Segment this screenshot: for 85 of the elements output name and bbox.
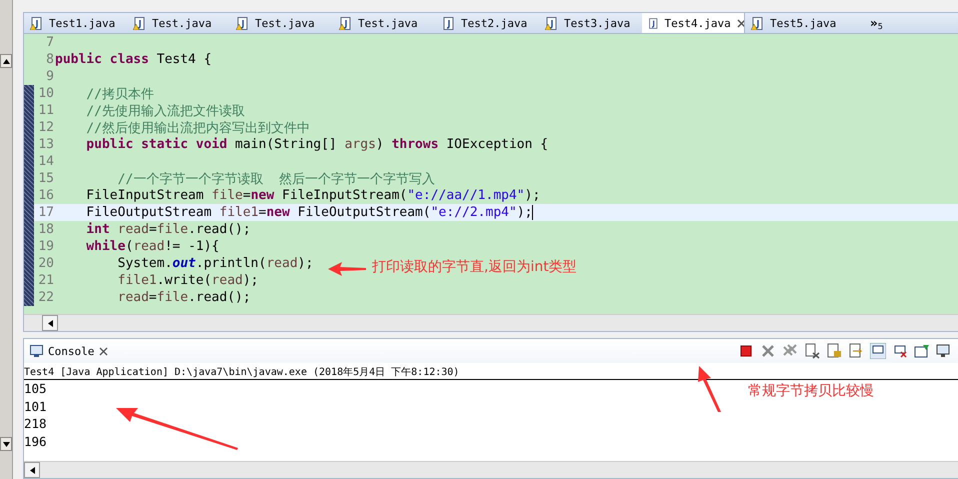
tab-label: Test.java <box>358 16 418 30</box>
line-number: 7 <box>45 35 54 50</box>
console-tab[interactable]: Console <box>24 344 108 358</box>
editor-tab[interactable]: Test4.java <box>642 13 745 33</box>
tab-label: Test3.java <box>564 16 630 30</box>
console-output-line: 105 <box>24 380 47 398</box>
scroll-down-button[interactable] <box>0 437 12 451</box>
code-line: //先使用输入流把文件读取 <box>85 102 245 120</box>
line-number: 12 <box>37 120 54 135</box>
text-cursor <box>532 205 534 220</box>
scroll-left-button[interactable] <box>24 462 40 478</box>
java-file-warning-icon <box>339 16 352 30</box>
console-output-line: 218 <box>24 415 47 432</box>
line-number: 13 <box>37 137 54 152</box>
java-file-warning-icon <box>133 16 146 30</box>
java-file-icon <box>648 16 658 30</box>
java-file-warning-icon <box>751 16 764 30</box>
code-line: public static void main(String[] args) throws IOException { <box>85 137 548 152</box>
tab-label: Test.java <box>152 16 212 30</box>
editor-tab[interactable]: Test2.java <box>436 13 539 33</box>
console-icon <box>30 345 43 357</box>
pin-console-button[interactable] <box>914 343 930 359</box>
arrow-annotation <box>697 366 723 412</box>
code-line: //拷贝本件 <box>85 86 154 102</box>
code-line: file1.write(read); <box>116 273 259 288</box>
code-line: System.out.println(read); <box>116 256 314 271</box>
editor-tab[interactable]: Test3.java <box>539 13 642 33</box>
line-number: 22 <box>37 290 54 305</box>
stop-button[interactable] <box>738 343 754 359</box>
code-line: //一个字节一个字节读取 然后一个字节一个字节写入 <box>116 170 435 188</box>
close-icon[interactable] <box>736 18 744 28</box>
editor-tab[interactable]: Test.java <box>230 13 333 33</box>
editor-tab[interactable]: Test5.java <box>745 13 848 33</box>
code-line: read=file.read(); <box>116 290 251 305</box>
line-number: 9 <box>45 69 54 84</box>
java-file-warning-icon <box>545 16 558 30</box>
line-number: 17 <box>37 205 54 220</box>
code-line: //然后使用输出流把内容写出到文件中 <box>85 120 310 136</box>
scroll-lock-button[interactable] <box>826 343 842 359</box>
left-arrow-icon <box>30 466 34 474</box>
display-console-button[interactable] <box>936 343 952 359</box>
code-line: int read=file.read(); <box>85 222 251 237</box>
java-file-warning-icon <box>236 16 249 30</box>
line-number: 19 <box>37 239 54 254</box>
annotation-text: 常规字节拷贝比较慢 <box>748 382 874 400</box>
scroll-up-button[interactable] <box>0 54 12 68</box>
launch-info: Test4 [Java Application] D:\java7\bin\javaw.exe (2018年5月4日 下午8:12:30) <box>24 363 958 380</box>
line-number: 15 <box>37 171 54 186</box>
remove-launch-button[interactable] <box>760 343 776 359</box>
tab-label: Test5.java <box>770 16 836 30</box>
tab-label: Test4.java <box>664 16 731 30</box>
code-line: FileOutputStream file1=new FileOutputStream("e://2.mp4"); <box>85 205 532 220</box>
clear-console-button[interactable] <box>804 343 820 359</box>
left-arrow-icon <box>48 320 52 326</box>
line-number: 21 <box>37 273 54 288</box>
code-editor[interactable] <box>24 34 958 314</box>
tab-label: Test2.java <box>461 16 528 30</box>
console-output-line: 196 <box>24 432 47 450</box>
arrow-annotation <box>328 262 366 276</box>
java-file-icon <box>442 16 455 30</box>
word-wrap-button[interactable] <box>848 343 864 359</box>
tab-label: Test.java <box>255 16 315 30</box>
editor-tab[interactable]: Test.java <box>333 13 436 33</box>
code-line: FileInputStream file=new FileInputStream("e://aa//1.mp4"); <box>85 188 540 203</box>
annotation-text: 打印读取的字节直,返回为int类型 <box>372 258 577 276</box>
show-on-error-button[interactable] <box>892 343 908 359</box>
line-number: 11 <box>37 103 54 118</box>
code-line: while(read!= -1){ <box>85 239 220 254</box>
line-number: 14 <box>37 154 54 169</box>
tab-label: Test1.java <box>49 16 116 30</box>
scroll-left-button[interactable] <box>42 315 58 331</box>
line-number: 8 <box>45 52 54 67</box>
line-number: 16 <box>37 188 54 203</box>
editor-tab[interactable]: Test.java <box>127 13 230 33</box>
show-on-output-button[interactable] <box>870 343 886 359</box>
java-file-warning-icon <box>30 16 43 30</box>
line-number: 18 <box>37 222 54 237</box>
down-arrow-icon <box>2 442 10 446</box>
close-icon[interactable] <box>99 346 108 356</box>
code-line: public class Test4 { <box>55 52 212 67</box>
console-output-line: 101 <box>24 398 47 415</box>
line-number: 20 <box>37 256 54 271</box>
up-arrow-icon <box>2 58 10 64</box>
editor-tab[interactable]: Test1.java <box>24 13 127 33</box>
line-number: 10 <box>37 86 54 101</box>
